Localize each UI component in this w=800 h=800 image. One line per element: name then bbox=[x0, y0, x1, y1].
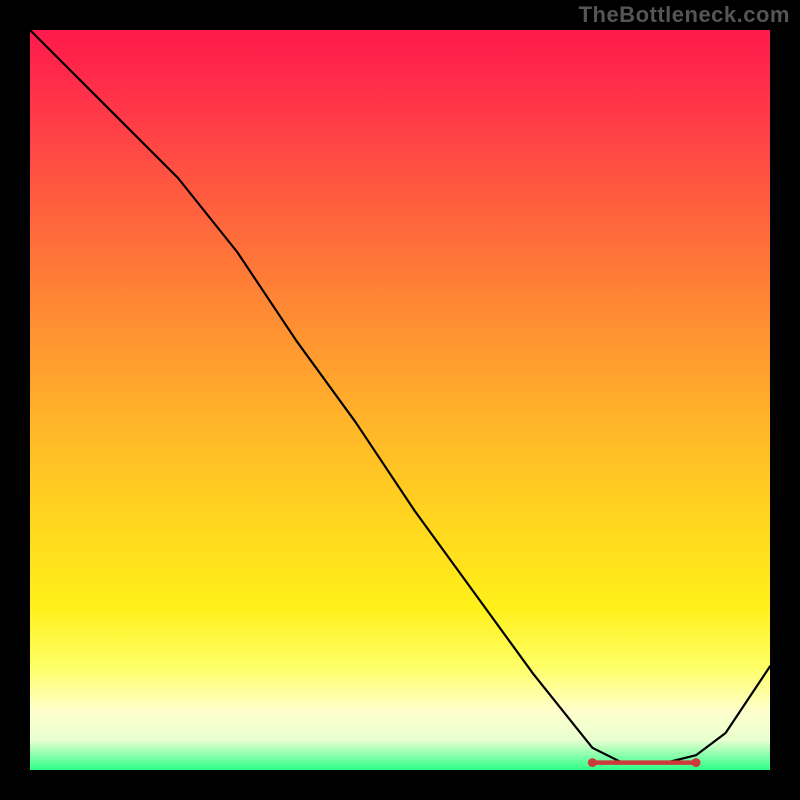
optimal-range-start-dot bbox=[588, 758, 597, 767]
plot-area bbox=[30, 30, 770, 770]
watermark-text: TheBottleneck.com bbox=[579, 2, 790, 28]
chart-svg bbox=[30, 30, 770, 770]
chart-frame: TheBottleneck.com bbox=[0, 0, 800, 800]
optimal-range-end-dot bbox=[692, 758, 701, 767]
bottleneck-curve bbox=[30, 30, 770, 763]
